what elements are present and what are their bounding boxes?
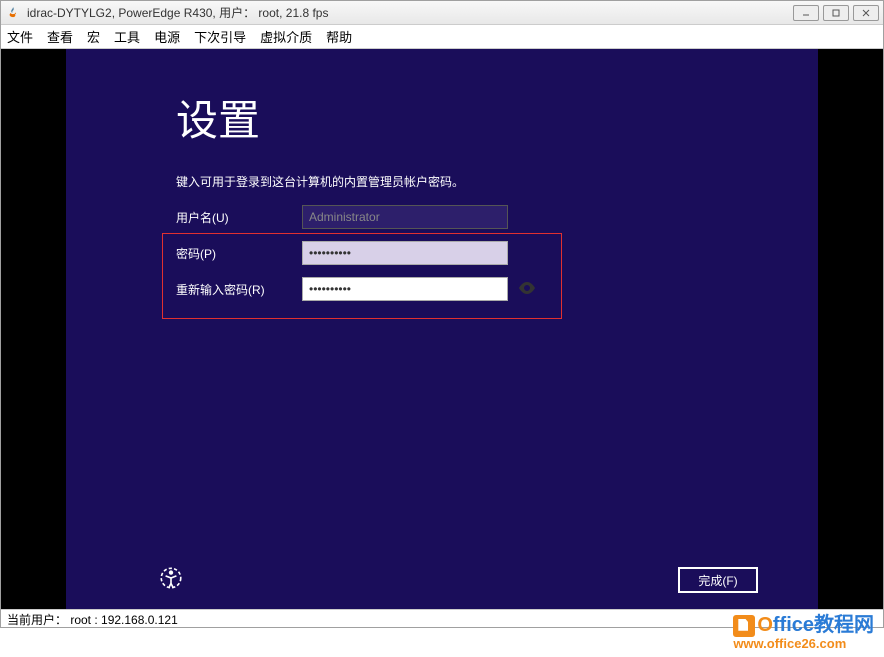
window-title: idrac-DYTYLG2, PowerEdge R430, 用户： root,… <box>27 4 793 21</box>
watermark: Office教程网 www.office26.com <box>733 614 874 651</box>
password-field[interactable] <box>302 241 508 265</box>
maximize-button[interactable] <box>823 5 849 21</box>
window-controls <box>793 5 879 21</box>
watermark-line2: www.office26.com <box>733 637 874 651</box>
confirm-password-field[interactable] <box>302 277 508 301</box>
windows-setup-screen: 设置 键入可用于登录到这台计算机的内置管理员帐户密码。 用户名(U) 密码(P)… <box>66 49 818 611</box>
menu-macro[interactable]: 宏 <box>87 27 100 46</box>
maximize-icon <box>831 8 841 18</box>
watermark-line1: Office教程网 <box>733 614 874 637</box>
menu-tools[interactable]: 工具 <box>114 27 140 46</box>
confirm-password-label: 重新输入密码(R) <box>176 281 302 298</box>
password-row: 密码(P) <box>176 235 556 271</box>
username-row: 用户名(U) <box>176 199 556 235</box>
close-icon <box>861 8 871 18</box>
menu-view[interactable]: 查看 <box>47 27 73 46</box>
credentials-form: 用户名(U) 密码(P) 重新输入密码(R) <box>176 199 556 307</box>
menubar: 文件 查看 宏 工具 电源 下次引导 虚拟介质 帮助 <box>1 25 883 49</box>
username-field <box>302 205 508 229</box>
close-button[interactable] <box>853 5 879 21</box>
page-title: 设置 <box>176 87 260 148</box>
username-label: 用户名(U) <box>176 209 302 226</box>
menu-vmedia[interactable]: 虚拟介质 <box>260 27 312 46</box>
finish-button[interactable]: 完成(F) <box>678 567 758 593</box>
status-text: 当前用户： root : 192.168.0.121 <box>7 613 178 627</box>
minimize-button[interactable] <box>793 5 819 21</box>
password-label: 密码(P) <box>176 245 302 262</box>
menu-power[interactable]: 电源 <box>154 27 180 46</box>
instruction-text: 键入可用于登录到这台计算机的内置管理员帐户密码。 <box>176 173 464 190</box>
app-window: idrac-DYTYLG2, PowerEdge R430, 用户： root,… <box>0 0 884 628</box>
reveal-password-icon[interactable] <box>518 281 536 297</box>
menu-help[interactable]: 帮助 <box>326 27 352 46</box>
minimize-icon <box>801 8 811 18</box>
confirm-password-row: 重新输入密码(R) <box>176 271 556 307</box>
watermark-badge-icon <box>733 615 755 637</box>
remote-viewport: 设置 键入可用于登录到这台计算机的内置管理员帐户密码。 用户名(U) 密码(P)… <box>1 49 883 611</box>
menu-file[interactable]: 文件 <box>7 27 33 46</box>
menu-nextboot[interactable]: 下次引导 <box>194 27 246 46</box>
java-icon <box>5 5 21 21</box>
titlebar: idrac-DYTYLG2, PowerEdge R430, 用户： root,… <box>1 1 883 25</box>
ease-of-access-button[interactable] <box>158 565 186 593</box>
